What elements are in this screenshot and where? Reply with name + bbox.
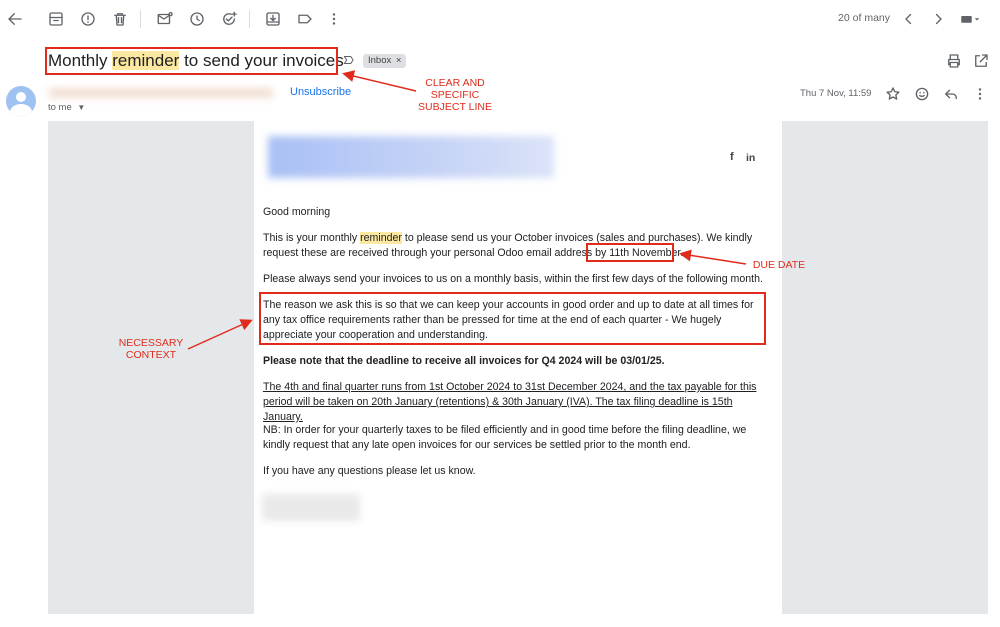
keyboard-input-icon[interactable] [956,7,986,31]
chevron-left-icon[interactable] [897,7,921,31]
p1-highlight: reminder [360,232,402,244]
subject-annotation-label: CLEAR AND SPECIFIC SUBJECT LINE [418,77,492,113]
open-new-window-icon[interactable] [969,49,993,73]
message-more-icon[interactable] [968,82,992,106]
recipient-dropdown[interactable]: to me ▼ [48,102,85,113]
chevron-right-icon[interactable] [926,7,950,31]
delete-icon[interactable] [108,7,132,31]
email-right-gutter [782,121,988,614]
back-arrow-icon[interactable] [3,7,27,31]
toolbar-divider [249,10,250,28]
signature-redacted [262,494,360,521]
snooze-icon[interactable] [185,7,209,31]
print-icon[interactable] [942,49,966,73]
sender-name-redacted [49,88,273,98]
paragraph-quarter: The 4th and final quarter runs from 1st … [263,381,757,423]
facebook-icon[interactable]: f [730,151,734,163]
label-icon[interactable] [293,7,317,31]
context-annotation-box [259,292,766,345]
add-task-icon[interactable] [217,7,241,31]
email-left-gutter [48,121,254,614]
sender-avatar[interactable] [6,86,36,116]
paragraph-reminder: This is your monthly reminder to please … [263,231,768,261]
emoji-reaction-icon[interactable] [910,82,934,106]
move-to-icon[interactable] [261,7,285,31]
to-me-label: to me [48,102,72,113]
paragraph-monthly: Please always send your invoices to us o… [263,273,763,285]
pagination-label: 20 of many [838,12,890,24]
importance-marker-icon[interactable] [340,49,358,71]
archive-icon[interactable] [44,7,68,31]
inbox-label-chip[interactable]: Inbox × [363,54,407,68]
company-logo-redacted [268,136,554,178]
reply-icon[interactable] [939,82,963,106]
toolbar-divider [140,10,141,28]
greeting-text: Good morning [263,206,331,218]
paragraph-deadline: Please note that the deadline to receive… [263,355,665,367]
subject-arrow [342,70,417,92]
more-vert-icon[interactable] [322,7,346,31]
paragraph-questions: If you have any questions please let us … [263,465,476,477]
subject-annotation-box [45,47,338,75]
p1-text: This is your monthly [263,232,361,244]
mark-unread-icon[interactable] [153,7,177,31]
context-annotation-label: NECESSARY CONTEXT [118,337,184,361]
unsubscribe-link[interactable]: Unsubscribe [290,86,351,98]
inbox-label-text: Inbox [368,55,392,66]
report-spam-icon[interactable] [76,7,100,31]
star-icon[interactable] [881,82,905,106]
email-date: Thu 7 Nov, 11:59 [800,88,872,99]
paragraph-nb: NB: In order for your quarterly taxes to… [263,424,747,451]
due-date-annotation-label: DUE DATE [752,259,806,271]
linkedin-icon[interactable]: in [746,152,755,164]
dropdown-caret-icon[interactable]: ▼ [77,103,85,112]
due-date-annotation-box [586,243,674,262]
remove-label-icon[interactable]: × [396,55,402,66]
